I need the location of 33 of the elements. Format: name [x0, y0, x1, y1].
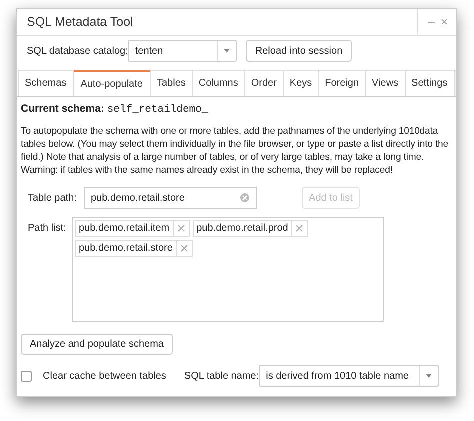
- field-label: SQL database catalog:: [27, 46, 128, 56]
- tab[interactable]: Foreign: [319, 70, 366, 96]
- tab[interactable]: Keys: [284, 70, 320, 96]
- tab[interactable]: Order: [245, 70, 284, 96]
- path-tag[interactable]: pub.demo.retail.prod: [192, 220, 308, 237]
- path-tag[interactable]: pub.demo.retail.item: [75, 220, 190, 237]
- remove-icon[interactable]: [180, 245, 188, 252]
- field-label: SQL table name:: [184, 370, 260, 382]
- tab[interactable]: Auto-populate: [74, 70, 151, 96]
- current-schema: Current schema: self_retaildemo_: [21, 103, 210, 116]
- window-title: SQL Metadata Tool: [26, 15, 134, 29]
- tab[interactable]: Views: [366, 70, 406, 96]
- tab[interactable]: Settings: [406, 70, 455, 96]
- path-list-field[interactable]: pub.demo.retail.item pub.demo.retail.prod pub.demo.retail.store: [72, 217, 384, 322]
- field-label: Path list:: [27, 222, 68, 236]
- description-text: To autopopulate the schema with one or more tables, add the pathnames of the underlying 1010data tables below. (You may select them individually in the file browser, or type or paste a list directly into the field.) Note that analysis of a large number of tables, or of very large tables, may take a long time. Warning: if tables with the same names already exist in the schema, they will be replaced!: [21, 125, 450, 177]
- analyze-button[interactable]: Analyze and populate schema: [21, 334, 173, 355]
- table-path-field[interactable]: pub.demo.retail.store: [84, 187, 257, 209]
- table-name-dropdown[interactable]: is derived from 1010 table name: [259, 365, 440, 387]
- tab[interactable]: Columns: [192, 70, 246, 96]
- checkbox-label: Clear cache between tables: [43, 370, 166, 382]
- tab[interactable]: Tables: [150, 70, 193, 96]
- catalog-dropdown[interactable]: tenten: [128, 40, 238, 62]
- clear-icon[interactable]: [240, 193, 250, 203]
- field-label: Table path:: [27, 192, 78, 204]
- caret-icon: [224, 49, 230, 53]
- tab[interactable]: Schemas: [18, 70, 74, 96]
- remove-icon[interactable]: [178, 225, 185, 232]
- remove-icon[interactable]: [296, 225, 304, 232]
- path-tag[interactable]: pub.demo.retail.store: [75, 240, 193, 257]
- caret-icon: [426, 374, 432, 378]
- checkbox[interactable]: [21, 370, 32, 382]
- reload-button[interactable]: Reload into session: [246, 40, 352, 62]
